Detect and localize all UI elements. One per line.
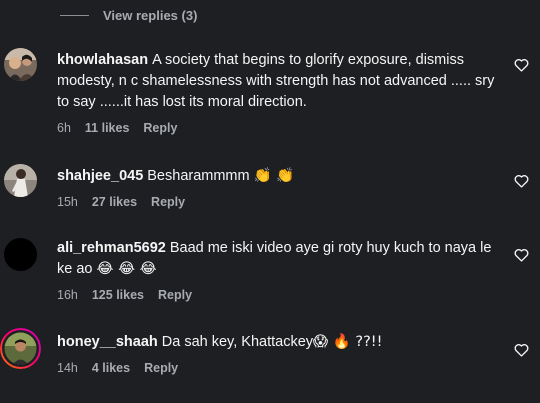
- heart-outline-icon[interactable]: [514, 248, 529, 262]
- reply-thread-divider: [60, 14, 89, 16]
- avatar-story-ring[interactable]: [0, 328, 41, 369]
- comment-text: shahjee_045 Besharammmm 👏 👏: [57, 166, 505, 187]
- avatar[interactable]: [4, 238, 37, 271]
- laughing-emoji: 😂 😂 😂: [96, 261, 157, 277]
- clapping-hands-emoji: 👏 👏: [253, 168, 295, 184]
- comment-body: ali_rehman5692 Baad me iski video aye gi …: [57, 238, 505, 302]
- comment-content: Da sah key, Khattackey: [161, 334, 314, 350]
- comment-username[interactable]: ali_rehman5692: [57, 240, 166, 256]
- comment-meta: 14h 4 likes Reply: [57, 361, 505, 375]
- avatar-image: [0, 328, 41, 369]
- comment-meta: 15h 27 likes Reply: [57, 195, 505, 209]
- avatar[interactable]: [4, 164, 37, 197]
- heart-outline-icon[interactable]: [514, 343, 529, 357]
- comment-username[interactable]: khowlahasan: [57, 52, 148, 68]
- comment-content: Besharammmm: [147, 168, 250, 184]
- comment-likes[interactable]: 27 likes: [92, 195, 137, 209]
- avatar-image: [4, 238, 37, 271]
- heart-outline-icon[interactable]: [514, 174, 529, 188]
- comment-body: khowlahasan A society that begins to glor…: [57, 50, 505, 135]
- avatar[interactable]: [4, 48, 37, 81]
- comment-text: honey__shaah Da sah key, Khattackey😱 🔥 ??…: [57, 332, 505, 353]
- view-replies-label: View replies (3): [103, 7, 198, 23]
- heart-outline-icon[interactable]: [514, 58, 529, 72]
- avatar-image: [4, 164, 37, 197]
- reply-button[interactable]: Reply: [151, 195, 185, 209]
- comment-likes[interactable]: 125 likes: [92, 288, 144, 302]
- avatar-image: [4, 48, 37, 81]
- reply-button[interactable]: Reply: [143, 121, 177, 135]
- comment-meta: 6h 11 likes Reply: [57, 121, 505, 135]
- comment-username[interactable]: honey__shaah: [57, 334, 158, 350]
- reply-button[interactable]: Reply: [144, 361, 178, 375]
- comment-meta: 16h 125 likes Reply: [57, 288, 505, 302]
- comment-likes[interactable]: 4 likes: [92, 361, 130, 375]
- comment-body: shahjee_045 Besharammmm 👏 👏 15h 27 likes …: [57, 166, 505, 209]
- emoji-reaction: 😱 🔥 ??!!: [313, 334, 383, 350]
- reply-button[interactable]: Reply: [158, 288, 192, 302]
- comments-panel: View replies (3) khowlahasan A society th…: [0, 0, 540, 403]
- comment-time: 6h: [57, 121, 71, 135]
- comment-body: honey__shaah Da sah key, Khattackey😱 🔥 ??…: [57, 332, 505, 375]
- comment-time: 15h: [57, 195, 78, 209]
- comment-text: ali_rehman5692 Baad me iski video aye gi …: [57, 238, 505, 280]
- comment-time: 16h: [57, 288, 78, 302]
- comment-time: 14h: [57, 361, 78, 375]
- comment-text: khowlahasan A society that begins to glor…: [57, 50, 505, 113]
- comment-likes[interactable]: 11 likes: [85, 121, 130, 135]
- comment-username[interactable]: shahjee_045: [57, 168, 143, 184]
- view-replies-button[interactable]: View replies (3): [60, 6, 197, 24]
